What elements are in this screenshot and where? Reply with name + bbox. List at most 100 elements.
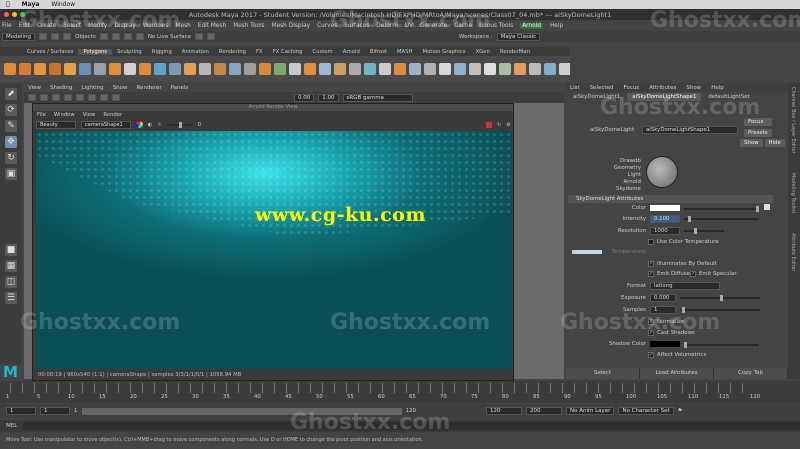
- viewport-menu-panels[interactable]: Panels: [171, 85, 189, 91]
- mac-window-menu[interactable]: Window: [51, 1, 75, 8]
- resolution-field[interactable]: 1000: [650, 227, 680, 235]
- shelf-tool-icon[interactable]: [304, 63, 316, 75]
- shelf-tool-icon[interactable]: [514, 63, 526, 75]
- shelf-tool-icon[interactable]: [214, 63, 226, 75]
- shelf-tool-icon[interactable]: [259, 63, 271, 75]
- mac-app-name[interactable]: Maya: [22, 1, 40, 8]
- affect-volumetrics[interactable]: ✓ Affect Volumetrics: [648, 352, 706, 358]
- rotate-tool-icon[interactable]: ↻: [5, 152, 17, 164]
- close-window-icon[interactable]: [4, 12, 9, 17]
- copy-tab-button[interactable]: Copy Tab: [714, 368, 788, 379]
- shelf-tab-sculpting[interactable]: Sculpting: [112, 49, 147, 55]
- textured-icon[interactable]: [76, 94, 84, 101]
- layout-four-icon[interactable]: ▦: [5, 260, 17, 272]
- render-icon[interactable]: [194, 33, 203, 40]
- shelf-tool-icon[interactable]: [244, 63, 256, 75]
- emit-specular[interactable]: ✓ Emit Specular: [690, 271, 737, 277]
- shelf-tool-icon[interactable]: [319, 63, 331, 75]
- shelf-tool-icon[interactable]: [424, 63, 436, 75]
- key-icon[interactable]: ⚑: [678, 408, 683, 414]
- color-map-icon[interactable]: [764, 204, 770, 210]
- select-hierarchy-icon[interactable]: [99, 33, 108, 40]
- shelf-tab-rigging[interactable]: Rigging: [147, 49, 177, 55]
- shelf-tab-mash[interactable]: MASH: [392, 49, 418, 55]
- lasso-tool-icon[interactable]: ⟳: [5, 104, 17, 116]
- stop-render-icon[interactable]: [486, 121, 493, 128]
- scale-tool-icon[interactable]: ▣: [5, 168, 17, 180]
- side-tab-channel-box[interactable]: Channel Box / Layer Editor: [790, 87, 796, 154]
- shelf-tool-icon[interactable]: [544, 63, 556, 75]
- load-attributes-button[interactable]: Load Attributes: [640, 368, 714, 379]
- color-wheel-icon[interactable]: [136, 121, 143, 128]
- hide-button[interactable]: Hide: [764, 139, 785, 147]
- arv-menu-window[interactable]: Window: [54, 112, 75, 118]
- playback-start-field[interactable]: 1: [40, 407, 70, 415]
- ae-menu-help[interactable]: Help: [711, 85, 724, 91]
- mel-label[interactable]: MEL: [6, 423, 17, 429]
- format-dropdown[interactable]: latlong: [650, 282, 720, 290]
- shelf-tool-icon[interactable]: [289, 63, 301, 75]
- shelf-tool-icon[interactable]: [109, 63, 121, 75]
- lights-icon[interactable]: [88, 94, 96, 101]
- select-button[interactable]: Select: [566, 368, 640, 379]
- camera-dropdown[interactable]: cameraShape1: [81, 120, 131, 129]
- emit-diffuse[interactable]: ✓ Emit Diffuse: [648, 271, 690, 277]
- ae-menu-show[interactable]: Show: [686, 85, 701, 91]
- shelf-tab-rendering[interactable]: Rendering: [214, 49, 251, 55]
- shelf-tool-icon[interactable]: [49, 63, 61, 75]
- ae-menu-selected[interactable]: Selected: [590, 85, 614, 91]
- isolate-icon[interactable]: [112, 94, 120, 101]
- shelf-tab-renderman[interactable]: RenderMan: [495, 49, 535, 55]
- ae-menu-attributes[interactable]: Attributes: [649, 85, 676, 91]
- exposure-field[interactable]: 0.000: [650, 294, 676, 302]
- move-tool-icon[interactable]: ✥: [5, 136, 17, 148]
- viewport-menu-renderer[interactable]: Renderer: [136, 85, 161, 91]
- viewport-menu-view[interactable]: View: [28, 85, 41, 91]
- shadows-icon[interactable]: [100, 94, 108, 101]
- live-surface-label[interactable]: No Live Surface: [148, 34, 191, 40]
- layout-single-icon[interactable]: ■: [5, 244, 17, 256]
- outliner-layout-icon[interactable]: ☰: [5, 292, 17, 304]
- shelf-tool-icon[interactable]: [454, 63, 466, 75]
- shelf-tool-icon[interactable]: [169, 63, 181, 75]
- workspace-dropdown[interactable]: Maya Classic: [496, 32, 541, 41]
- shadow-color-swatch[interactable]: [650, 341, 680, 347]
- shelf-tool-icon[interactable]: [124, 63, 136, 75]
- shelf-tool-icon[interactable]: [529, 63, 541, 75]
- emit-specular-checkbox[interactable]: ✓: [690, 271, 696, 277]
- affect-vol-checkbox[interactable]: ✓: [648, 352, 654, 358]
- shelf-tool-icon[interactable]: [334, 63, 346, 75]
- snap-curve-icon[interactable]: [123, 33, 132, 40]
- exposure-sun-icon[interactable]: ☼: [157, 122, 161, 128]
- start-time-field[interactable]: 1: [6, 407, 36, 415]
- menu-arnold[interactable]: Arnold: [520, 22, 543, 29]
- shelf-tool-icon[interactable]: [379, 63, 391, 75]
- shelf-tool-icon[interactable]: [499, 63, 511, 75]
- node-name-field[interactable]: aiSkyDomeLightShape1: [642, 126, 738, 134]
- side-tab-modeling-toolkit[interactable]: Modeling Toolkit: [790, 173, 796, 213]
- shelf-tool-icon[interactable]: [439, 63, 451, 75]
- shelf-tool-icon[interactable]: [79, 63, 91, 75]
- shelf-tool-icon[interactable]: [409, 63, 421, 75]
- camera-icon[interactable]: [28, 94, 36, 101]
- shelf-tab-polygons[interactable]: Polygons: [78, 48, 113, 55]
- shelf-tool-icon[interactable]: [484, 63, 496, 75]
- shelf-tool-icon[interactable]: [559, 63, 570, 75]
- shelf-tab-fx[interactable]: FX: [251, 49, 268, 55]
- ae-menu-focus[interactable]: Focus: [623, 85, 639, 91]
- shelf-tool-icon[interactable]: [364, 63, 376, 75]
- shelf-tool-icon[interactable]: [469, 63, 481, 75]
- shelf-tool-icon[interactable]: [19, 63, 31, 75]
- save-icon[interactable]: [51, 33, 60, 40]
- arv-settings-icon[interactable]: ⚙: [506, 122, 510, 128]
- layout-two-icon[interactable]: ◫: [5, 276, 17, 288]
- shadow-color-slider[interactable]: [684, 342, 759, 348]
- intensity-field[interactable]: 0.100: [650, 215, 680, 223]
- shelf-tool-icon[interactable]: [229, 63, 241, 75]
- shelf-tool-icon[interactable]: [34, 63, 46, 75]
- apple-icon[interactable]: : [6, 1, 10, 8]
- use-temp-checkbox[interactable]: [648, 239, 654, 245]
- menu-mesh-tools[interactable]: Mesh Tools: [233, 23, 264, 29]
- illuminates-by-default[interactable]: ✓ Illuminates By Default: [648, 261, 717, 267]
- emit-diffuse-checkbox[interactable]: ✓: [648, 271, 654, 277]
